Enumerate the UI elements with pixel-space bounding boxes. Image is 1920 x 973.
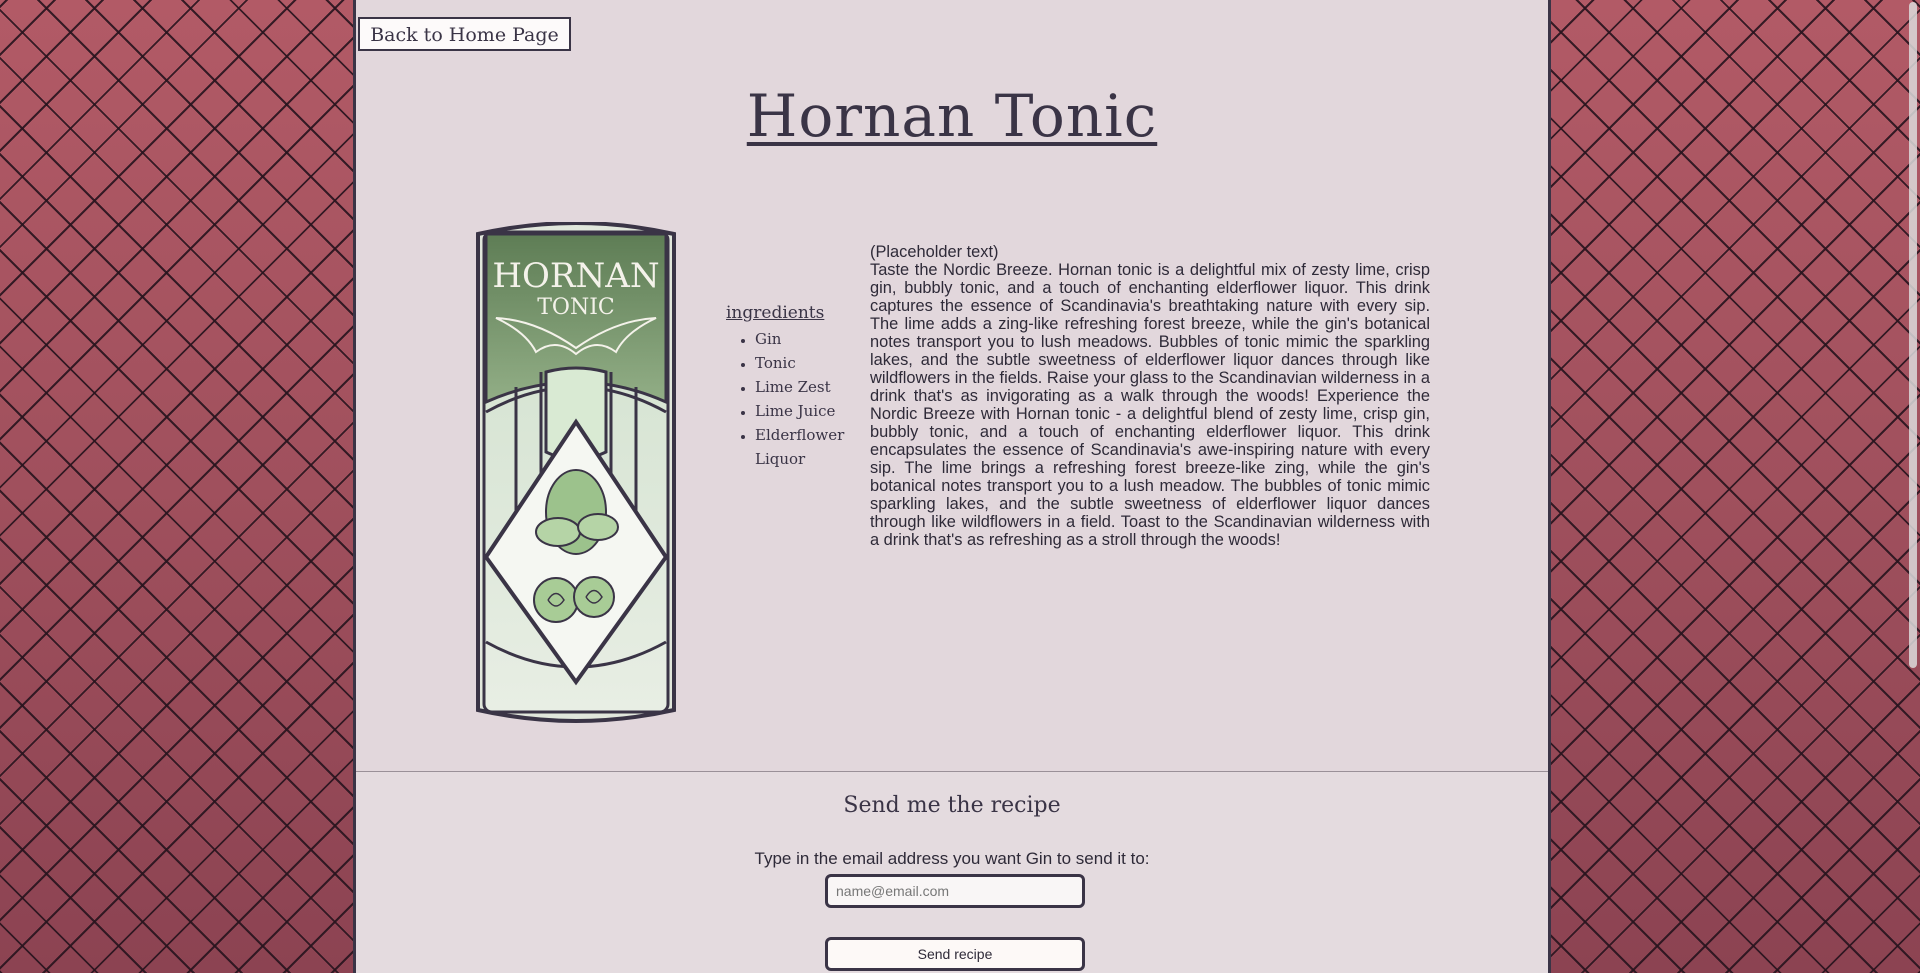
ingredients-list: Gin Tonic Lime Zest Lime Juice Elderflow… <box>726 327 856 471</box>
description-body: Taste the Nordic Breeze. Hornan tonic is… <box>870 261 1430 549</box>
back-to-home-button[interactable]: Back to Home Page <box>358 17 571 51</box>
email-label: Type in the email address you want Gin t… <box>754 849 1150 868</box>
send-recipe-button[interactable]: Send recipe <box>825 937 1085 971</box>
ingredients-section: ingredients Gin Tonic Lime Zest Lime Jui… <box>726 303 856 471</box>
scrollbar-thumb[interactable] <box>1909 2 1917 668</box>
label-sub-text: TONIC <box>537 295 614 320</box>
recipe-form-heading: Send me the recipe <box>843 793 1061 818</box>
list-item: Lime Juice <box>755 399 856 423</box>
placeholder-note: (Placeholder text) <box>870 243 999 261</box>
list-item: Elderflower Liquor <box>755 423 856 471</box>
page-title: Hornan Tonic <box>746 82 1158 150</box>
list-item: Gin <box>755 327 856 351</box>
label-brand-text: HORNAN <box>492 256 659 296</box>
page-scrollbar[interactable] <box>1904 0 1920 973</box>
main-panel: Back to Home Page Hornan Tonic HORNAN TO… <box>353 0 1551 973</box>
list-item: Lime Zest <box>755 375 856 399</box>
list-item: Tonic <box>755 351 856 375</box>
description: (Placeholder text) Taste the Nordic Bree… <box>870 243 1430 549</box>
ingredients-heading: ingredients <box>726 303 825 323</box>
bottle-illustration: HORNAN TONIC <box>476 222 676 723</box>
email-field[interactable] <box>825 874 1085 908</box>
